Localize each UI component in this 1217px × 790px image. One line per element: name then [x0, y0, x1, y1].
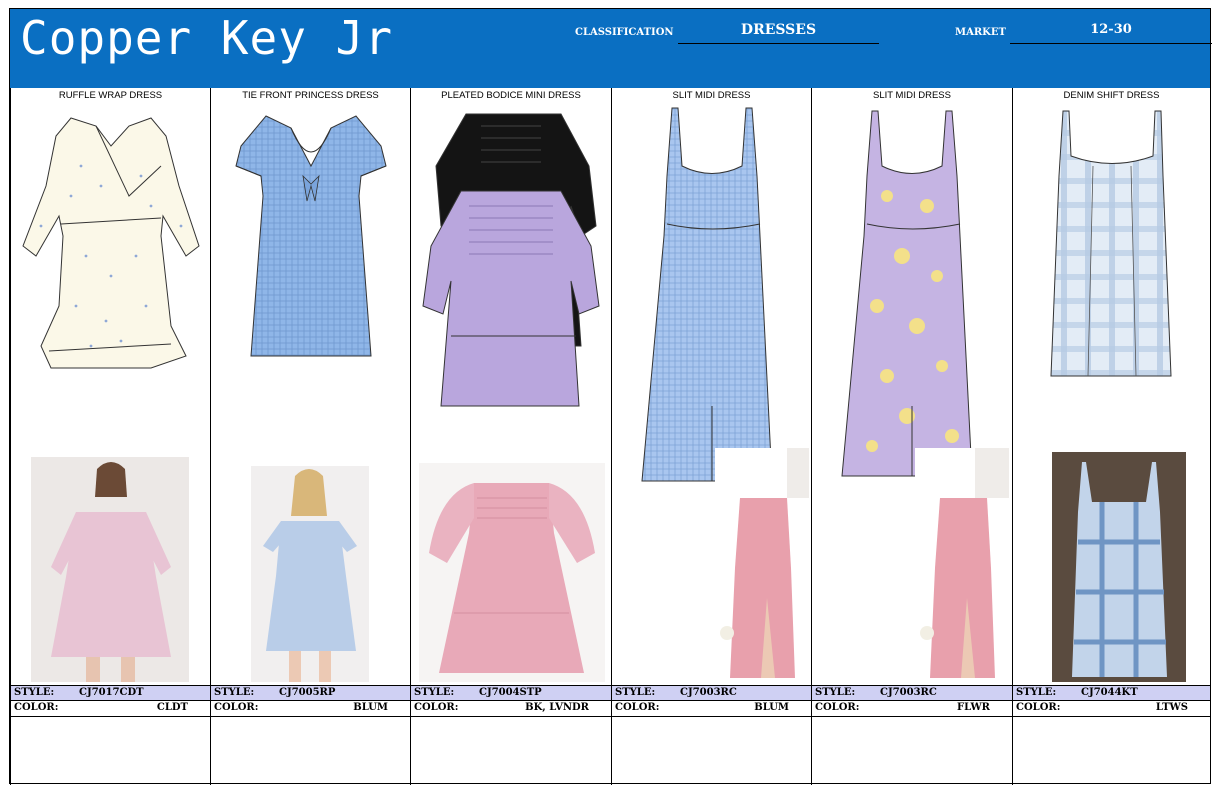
style-label: STYLE: [1016, 687, 1057, 698]
color-label: COLOR: [1016, 702, 1061, 713]
color-code[interactable]: BLUM [353, 702, 388, 713]
style-number[interactable]: CJ7003RC [680, 687, 737, 698]
style-name: PLEATED BODICE MINI DRESS [441, 90, 581, 101]
product-photo [715, 448, 809, 682]
style-name: RUFFLE WRAP DRESS [58, 90, 163, 101]
style-name: DENIM SHIFT DRESS [1063, 90, 1160, 101]
color-code[interactable]: BK, LVNDR [525, 702, 589, 713]
style-row: STYLE: CJ7004STP [411, 685, 611, 701]
color-label: COLOR: [815, 702, 860, 713]
style-name: SLIT MIDI DRESS [672, 90, 751, 101]
flat-sketch [411, 106, 611, 486]
style-row: STYLE: CJ7044KT [1013, 685, 1210, 701]
style-label: STYLE: [214, 687, 255, 698]
style-label: STYLE: [414, 687, 455, 698]
flat-sketch [1013, 106, 1210, 486]
color-label: COLOR: [615, 702, 660, 713]
market-label: MARKET [955, 27, 1006, 38]
flat-sketch [211, 106, 410, 486]
style-column: DENIM SHIFT DRESS STYLE: CJ7044KT COLOR:… [1012, 88, 1210, 785]
color-code[interactable]: BLUM [754, 702, 789, 713]
style-row: STYLE: CJ7003RC [812, 685, 1012, 701]
style-label: STYLE: [14, 687, 55, 698]
line-sheet: Copper Key Jr CLASSIFICATION DRESSES MAR… [9, 8, 1212, 785]
style-label: STYLE: [615, 687, 656, 698]
color-row: COLOR: BK, LVNDR [411, 701, 611, 717]
color-row: COLOR: CLDT [11, 701, 210, 717]
color-code[interactable]: CLDT [157, 702, 188, 713]
style-row: STYLE: CJ7003RC [612, 685, 811, 701]
style-number[interactable]: CJ7044KT [1081, 687, 1138, 698]
product-photo [915, 448, 1009, 682]
style-name: SLIT MIDI DRESS [873, 90, 951, 101]
product-photo [1052, 452, 1186, 682]
color-label: COLOR: [414, 702, 459, 713]
product-photo [419, 463, 605, 682]
color-code[interactable]: FLWR [957, 702, 990, 713]
style-number[interactable]: CJ7004STP [479, 687, 542, 698]
classification-value[interactable]: DRESSES [678, 22, 879, 44]
color-code[interactable]: LTWS [1156, 702, 1188, 713]
color-label: COLOR: [14, 702, 59, 713]
color-row: COLOR: BLUM [612, 701, 811, 717]
market-value[interactable]: 12-30 [1010, 22, 1212, 44]
flat-sketch [612, 106, 811, 486]
flat-sketch [11, 106, 210, 486]
color-row: COLOR: BLUM [211, 701, 410, 717]
style-column: RUFFLE WRAP DRESS STYLE: CJ7017CDT COLOR… [10, 88, 210, 785]
style-number[interactable]: CJ7005RP [279, 687, 335, 698]
header-bar: Copper Key Jr CLASSIFICATION DRESSES MAR… [10, 9, 1212, 88]
style-name: TIE FRONT PRINCESS DRESS [242, 90, 379, 101]
style-row: STYLE: CJ7005RP [211, 685, 410, 701]
style-column: TIE FRONT PRINCESS DRESS STYLE: CJ7005RP… [210, 88, 410, 785]
style-column: SLIT MIDI DRESS [611, 88, 811, 785]
flat-sketch [812, 106, 1012, 486]
product-photo [31, 457, 189, 682]
classification-label: CLASSIFICATION [575, 27, 674, 38]
style-number[interactable]: CJ7003RC [880, 687, 937, 698]
style-number[interactable]: CJ7017CDT [79, 687, 144, 698]
style-column: PLEATED BODICE MINI DRESS STYLE: CJ7004S… [410, 88, 611, 785]
color-row: COLOR: LTWS [1013, 701, 1210, 717]
color-label: COLOR: [214, 702, 259, 713]
color-row: COLOR: FLWR [812, 701, 1012, 717]
style-label: STYLE: [815, 687, 856, 698]
brand-title: Copper Key Jr [20, 11, 394, 65]
style-column: SLIT MIDI DRESS [811, 88, 1012, 785]
product-photo [251, 466, 369, 682]
style-row: STYLE: CJ7017CDT [11, 685, 210, 701]
